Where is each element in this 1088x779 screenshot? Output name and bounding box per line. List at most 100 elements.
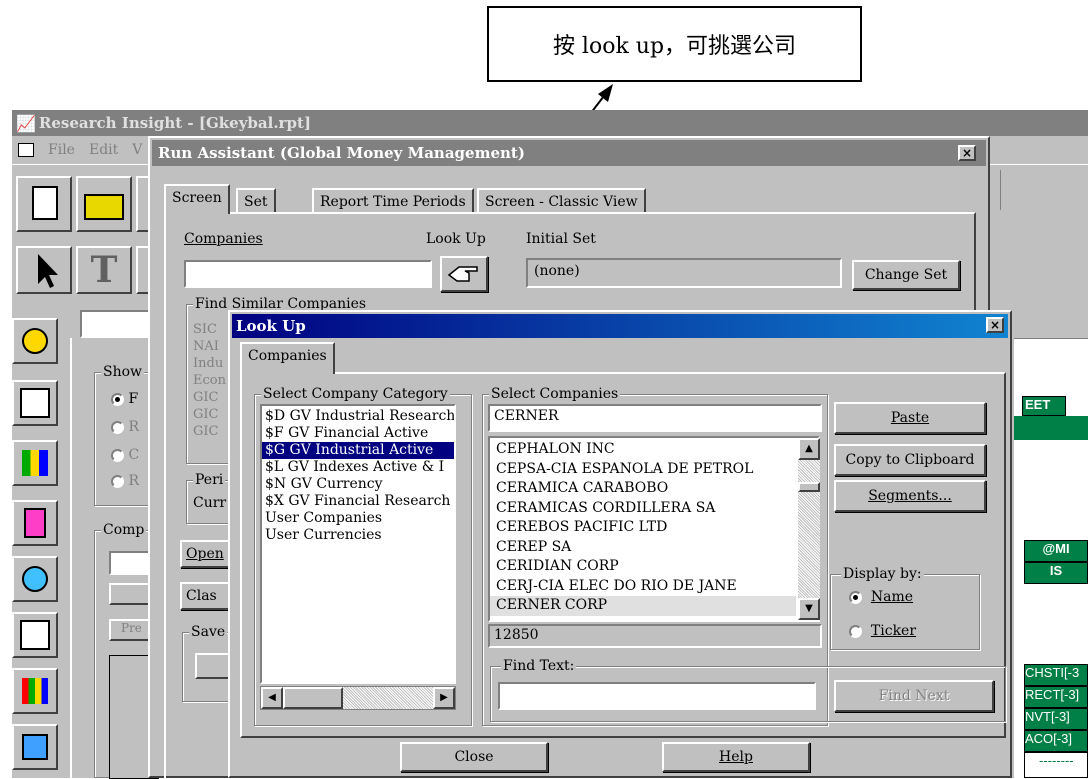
segments-button[interactable]: Segments... — [834, 480, 986, 512]
find-next-button[interactable]: Find Next — [834, 680, 994, 712]
folders-icon — [22, 734, 48, 760]
companies-input[interactable] — [184, 260, 432, 288]
report-icon — [20, 620, 50, 650]
help-button[interactable]: Help — [662, 742, 810, 772]
globe-search-icon — [22, 328, 48, 354]
find-text-input[interactable] — [498, 682, 816, 710]
new-file-button[interactable] — [16, 176, 72, 232]
report-row-1-label: CHSTI[-3 — [1025, 665, 1080, 680]
category-hscrollbar[interactable]: ◀ ▶ — [260, 686, 456, 710]
lookup-titlebar: Look Up — [232, 314, 1008, 338]
close-icon: × — [961, 146, 973, 160]
sidebar-rli-button[interactable] — [12, 556, 58, 602]
report-row-4-label: ACO[-3] — [1025, 731, 1072, 746]
show-radio-4[interactable] — [111, 474, 124, 488]
show-radio-1-label: F — [128, 391, 139, 407]
report-row-1[interactable]: CHSTI[-3 — [1024, 664, 1088, 686]
sidebar-chart-button[interactable] — [12, 380, 58, 426]
paste-label: Paste — [890, 410, 930, 426]
report-row-2[interactable]: RECT[-3] — [1024, 686, 1088, 708]
chart-search-icon — [20, 388, 50, 418]
sidebar-graph-button[interactable] — [12, 668, 58, 714]
company-search-value: CERNER — [494, 408, 559, 424]
mi-label: @MI — [1042, 541, 1070, 556]
lookup-button[interactable] — [440, 256, 488, 292]
scroll-down-button[interactable]: ▼ — [798, 598, 820, 620]
sidebar-building-button[interactable] — [12, 500, 58, 546]
scroll-right-button[interactable]: ▶ — [433, 687, 455, 709]
company-item[interactable]: CEPHALON INC — [490, 440, 796, 460]
sidebar-folder-button[interactable] — [12, 724, 58, 770]
tab-set[interactable]: Set — [236, 188, 276, 212]
close-label: Close — [454, 749, 494, 765]
menu-edit[interactable]: Edit — [89, 142, 118, 158]
change-set-button[interactable]: Change Set — [852, 260, 960, 290]
display-ticker-label: Ticker — [870, 623, 917, 639]
close-button[interactable]: Close — [400, 742, 548, 772]
tab-screen-classic-view[interactable]: Screen - Classic View — [477, 188, 646, 212]
company-vscrollbar[interactable]: ▲ ▼ — [798, 438, 820, 620]
show-radio-4-label: R — [128, 473, 139, 489]
display-ticker-radio[interactable] — [849, 624, 862, 638]
company-list[interactable]: CEPHALON INC CEPSA-CIA ESPANOLA DE PETROL… — [488, 436, 820, 622]
report-row-5[interactable]: -------- — [1024, 752, 1088, 778]
copy-to-clipboard-button[interactable]: Copy to Clipboard — [834, 444, 986, 476]
sidebar-report-button[interactable] — [12, 612, 58, 658]
paste-button[interactable]: Paste — [834, 402, 986, 434]
initial-set-value: (none) — [534, 263, 580, 279]
run-assistant-close-button[interactable]: × — [958, 145, 976, 161]
show-radio-1[interactable] — [111, 392, 124, 406]
menu-file[interactable]: File — [48, 142, 75, 158]
company-item[interactable]: CERAMICAS CORDILLERA SA — [490, 499, 796, 519]
select-tool-button[interactable] — [16, 246, 72, 294]
company-item[interactable]: CERIDIAN CORP — [490, 557, 796, 577]
category-item[interactable]: User Currencies — [262, 527, 454, 544]
copy-to-clipboard-label: Copy to Clipboard — [845, 452, 975, 468]
prev-button-label: Pre — [121, 621, 142, 635]
new-document-icon — [32, 186, 58, 220]
show-radio-3[interactable] — [111, 448, 124, 462]
scroll-left-button[interactable]: ◀ — [261, 687, 283, 709]
category-item[interactable]: $L GV Indexes Active & I — [262, 459, 454, 476]
category-list[interactable]: $D GV Industrial Research $F GV Financial… — [260, 404, 456, 684]
company-search-input[interactable]: CERNER — [488, 404, 822, 432]
company-item[interactable]: CERNER CORP — [490, 596, 796, 616]
company-item[interactable]: CEPSA-CIA ESPANOLA DE PETROL — [490, 460, 796, 480]
category-item[interactable]: $D GV Industrial Research — [262, 408, 454, 425]
menu-view[interactable]: V — [132, 142, 142, 158]
tab-companies[interactable]: Companies — [240, 342, 335, 374]
scroll-thumb-vertical[interactable] — [798, 482, 820, 492]
period-value: Curr — [193, 495, 227, 511]
tab-screen[interactable]: Screen — [164, 184, 230, 214]
display-name-radio[interactable] — [849, 590, 862, 604]
sidebar-globe-button[interactable] — [12, 318, 58, 364]
scroll-thumb-horizontal[interactable] — [283, 687, 343, 709]
category-item[interactable]: User Companies — [262, 510, 454, 527]
rli-icon — [22, 566, 48, 592]
category-item[interactable]: $X GV Financial Research — [262, 493, 454, 510]
lookup-close-icon-button[interactable]: × — [986, 317, 1004, 333]
show-radio-2[interactable] — [111, 420, 124, 434]
display-by-group: Display by: Name Ticker — [830, 566, 980, 650]
company-item[interactable]: CEREP SA — [490, 538, 796, 558]
company-item[interactable]: CERAMICA CARABOBO — [490, 479, 796, 499]
show-radio-3-label: C — [128, 447, 140, 463]
company-item[interactable]: CEREBOS PACIFIC LTD — [490, 518, 796, 538]
report-row-3[interactable]: NVT[-3] — [1024, 708, 1088, 730]
category-item[interactable]: $G GV Industrial Active — [262, 442, 454, 459]
report-row-4[interactable]: ACO[-3] — [1024, 730, 1088, 752]
open-file-button[interactable] — [76, 176, 132, 232]
category-item[interactable]: $F GV Financial Active — [262, 425, 454, 442]
menu-doc-icon[interactable] — [18, 143, 34, 157]
save-label: Save — [189, 624, 228, 640]
company-item[interactable]: CERJ-CIA ELEC DO RIO DE JANE — [490, 577, 796, 597]
report-green-bar — [1014, 416, 1088, 440]
scroll-up-button[interactable]: ▲ — [798, 438, 820, 460]
find-next-label: Find Next — [878, 688, 950, 704]
report-row-3-label: NVT[-3] — [1025, 709, 1070, 724]
sidebar-bars-button[interactable] — [12, 440, 58, 486]
tab-report-time-periods[interactable]: Report Time Periods — [312, 188, 474, 212]
text-tool-button[interactable]: T — [76, 246, 132, 294]
graph-icon — [22, 678, 48, 704]
category-item[interactable]: $N GV Currency — [262, 476, 454, 493]
